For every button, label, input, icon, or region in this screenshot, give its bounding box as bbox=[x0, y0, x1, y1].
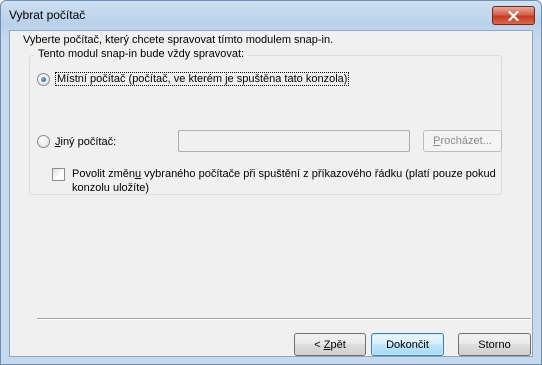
back-button[interactable]: < Zpět bbox=[294, 333, 366, 356]
other-computer-radio[interactable]: Jiný počítač: bbox=[37, 135, 116, 148]
browse-button-label: rocházet... bbox=[440, 135, 492, 147]
finish-button-label: Dokončit bbox=[386, 338, 429, 351]
other-computer-label[interactable]: Jiný počítač: bbox=[55, 136, 116, 148]
cancel-button[interactable]: Storno bbox=[458, 333, 531, 356]
cancel-button-label: Storno bbox=[478, 338, 511, 351]
browse-button[interactable]: Procházet... bbox=[423, 130, 502, 152]
intro-text: Vyberte počítač, který chcete spravovat … bbox=[23, 34, 334, 46]
browse-button-accesskey: P bbox=[433, 135, 441, 147]
group-legend: Tento modul snap-in bude vždy spravovat: bbox=[35, 48, 248, 60]
back-button-label: pět bbox=[330, 338, 346, 351]
radio-button-unchecked[interactable] bbox=[37, 135, 50, 148]
allow-change-label-pre: Povolit změn bbox=[72, 168, 135, 180]
allow-change-label[interactable]: Povolit změnu vybraného počítače při spu… bbox=[72, 167, 502, 195]
finish-button[interactable]: Dokončit bbox=[371, 333, 444, 356]
dialog-window: Vybrat počítač Vyberte počítač, který ch… bbox=[0, 0, 542, 365]
computer-name-input[interactable] bbox=[178, 130, 410, 152]
footer-separator bbox=[37, 318, 531, 320]
allow-change-checkbox-row[interactable]: Povolit změnu vybraného počítače při spu… bbox=[52, 167, 502, 195]
back-button-accesskey: Z bbox=[323, 338, 331, 351]
back-button-prefix: < bbox=[314, 338, 324, 351]
local-computer-label[interactable]: Místní počítač (počítač, ve kterém je sp… bbox=[55, 72, 350, 86]
window-title: Vybrat počítač bbox=[9, 8, 86, 22]
radio-button-checked[interactable] bbox=[37, 72, 50, 86]
local-computer-radio[interactable]: Místní počítač (počítač, ve kterém je sp… bbox=[37, 72, 350, 86]
allow-change-checkbox[interactable] bbox=[52, 168, 65, 181]
close-icon bbox=[508, 10, 519, 21]
close-button[interactable] bbox=[492, 6, 535, 25]
other-computer-label-rest: iný počítač: bbox=[60, 135, 117, 148]
radio-dot-icon bbox=[41, 76, 46, 82]
title-bar[interactable]: Vybrat počítač bbox=[1, 1, 541, 29]
